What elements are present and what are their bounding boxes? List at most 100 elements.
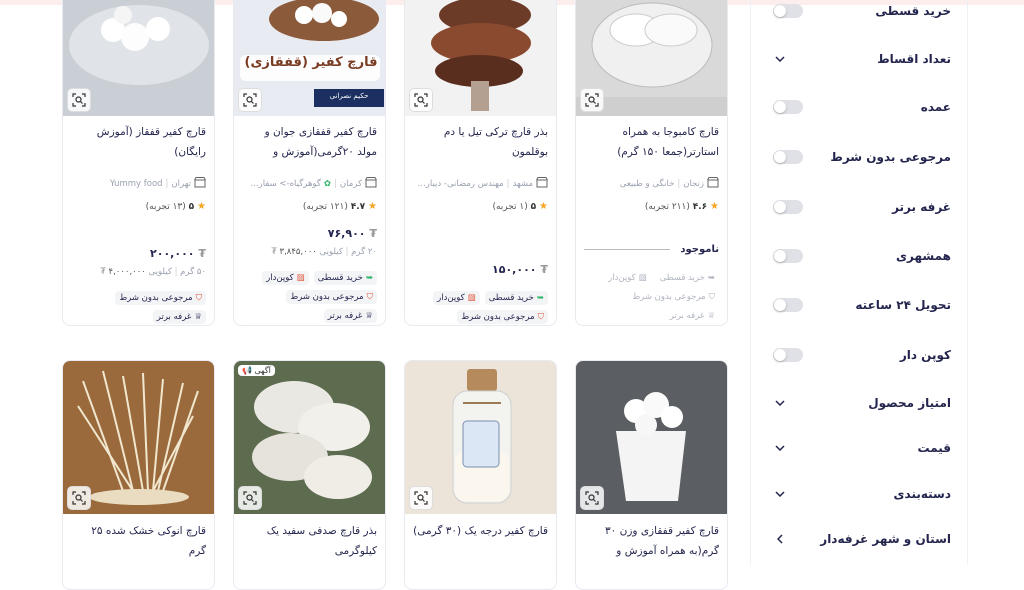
filter-installment-count[interactable]: تعداد اقساط: [751, 44, 969, 74]
shield-icon: ⛉: [537, 312, 544, 322]
top-booth-tag: ♕ غرفه برتر: [152, 310, 206, 324]
filter-coupon[interactable]: کوپن دار: [751, 340, 969, 370]
installment-icon: ➥: [536, 293, 544, 303]
filter-toggle[interactable]: [773, 100, 803, 114]
toman-icon: ₮: [540, 263, 548, 276]
product-title[interactable]: بذر قارچ ترکی تیل یا دم بوقلمون: [413, 122, 548, 164]
installment-icon: ➥: [707, 273, 715, 283]
image-search-icon[interactable]: [580, 486, 604, 510]
star-icon: ★: [368, 201, 377, 212]
chevron-down-icon[interactable]: [773, 487, 787, 501]
product-title[interactable]: قارچ کامبوجا به همراه استارتر(جمعا ۱۵۰ گ…: [584, 122, 719, 164]
product-card[interactable]: آگهی 📢 بذر قارچ صدفی سفید یک کیلوگرمی: [233, 360, 386, 590]
product-card[interactable]: قارچ کفیر (قفقازی) حکیم نصرانی قارچ کفیر…: [233, 0, 386, 326]
filter-label: کوپن دار: [899, 348, 951, 362]
filter-label: مرجوعی بدون شرط: [830, 150, 951, 164]
product-card[interactable]: قارچ کفیر قفقازی وزن ۳۰ گرم(به همراه آمو…: [575, 360, 728, 590]
filter-same-city[interactable]: همشهری: [751, 241, 969, 271]
product-image[interactable]: [576, 0, 727, 138]
shop-city: مشهد: [512, 179, 533, 189]
filter-top-booth[interactable]: غرفه برتر: [751, 192, 969, 222]
shop-name[interactable]: خانگی و طبیعی: [620, 179, 675, 189]
filter-toggle[interactable]: [773, 4, 803, 18]
coupon-icon: ▨: [296, 273, 305, 283]
filter-installment[interactable]: خرید قسطی: [751, 0, 969, 26]
image-search-icon[interactable]: [238, 486, 262, 510]
medal-icon: ♕: [194, 312, 202, 322]
filter-24h[interactable]: تحویل ۲۴ ساعته: [751, 290, 969, 320]
price: ₮ ۱۵۰,۰۰۰: [492, 263, 548, 276]
product-card[interactable]: قارچ کفیر درجه یک (۳۰ گرمی): [404, 360, 557, 590]
chevron-down-icon[interactable]: [773, 441, 787, 455]
product-card[interactable]: قارچ کفیر قفقاز (آموزش رایگان) تهران | Yu…: [62, 0, 215, 326]
installment-tag: ➥ خرید قسطی: [313, 271, 377, 285]
shop-name[interactable]: مهندس رمضانی- دیبار...: [418, 179, 504, 189]
installment-tag: ➥ خرید قسطی: [484, 291, 548, 305]
image-search-icon[interactable]: [580, 88, 604, 112]
shop-icon: [365, 177, 377, 191]
shop-info: مشهد | مهندس رمضانی- دیبار...: [413, 177, 548, 191]
filter-wholesale[interactable]: عمده: [751, 92, 969, 122]
product-title[interactable]: قارچ کفیر قفقازی جوان و مولد ۲۰گرمی(آموز…: [242, 122, 377, 164]
filter-label: دسته‌بندی: [893, 487, 951, 501]
tag-list: ➥ خرید قسطی ▨ کوپن‌دار ⛉ مرجوعی بدون شرط ♕ غ…: [580, 271, 719, 323]
filter-toggle[interactable]: [773, 249, 803, 263]
filter-label: غرفه برتر: [892, 200, 951, 214]
filter-toggle[interactable]: [773, 150, 803, 164]
product-image[interactable]: [63, 361, 214, 514]
coupon-tag: ▨ کوپن‌دار: [433, 291, 480, 305]
image-search-icon[interactable]: [238, 88, 262, 112]
medal-icon: ♕: [707, 311, 715, 321]
tag-list: ➥ خرید قسطی ▨ کوپن‌دار ⛉ مرجوعی بدون شرط ♕ غ…: [238, 271, 377, 323]
chevron-down-icon[interactable]: [773, 396, 787, 410]
toman-icon: ₮: [369, 227, 377, 240]
image-search-icon[interactable]: [409, 88, 433, 112]
product-title[interactable]: بذر قارچ صدفی سفید یک کیلوگرمی: [242, 521, 377, 563]
megaphone-icon: 📢: [242, 366, 252, 375]
tag-list: ⛉ مرجوعی بدون شرط ♕ غرفه برتر: [67, 291, 206, 324]
product-image[interactable]: [405, 0, 556, 138]
filter-rating[interactable]: امتیاز محصول: [751, 388, 969, 418]
product-card[interactable]: قارچ انوکی خشک شده ۲۵ گرم: [62, 360, 215, 590]
product-title[interactable]: قارچ انوکی خشک شده ۲۵ گرم: [71, 521, 206, 563]
image-search-icon[interactable]: [67, 486, 91, 510]
filter-toggle[interactable]: [773, 298, 803, 312]
image-search-icon[interactable]: [67, 88, 91, 112]
product-title[interactable]: قارچ کفیر قفقاز (آموزش رایگان): [71, 122, 206, 164]
shop-icon: [536, 177, 548, 191]
shield-icon: ⛉: [195, 293, 202, 303]
toman-icon: ₮: [198, 247, 206, 260]
filter-return[interactable]: مرجوعی بدون شرط: [751, 142, 969, 172]
filter-province[interactable]: استان و شهر غرفه‌دار: [751, 524, 969, 554]
coupon-tag: ▨ کوپن‌دار: [608, 273, 647, 283]
star-icon: ★: [197, 201, 206, 212]
rating: ★ ۵ (۱ تجربه): [492, 201, 548, 212]
product-image[interactable]: [405, 361, 556, 514]
shop-city: کرمان: [339, 179, 362, 189]
chevron-left-icon[interactable]: [773, 532, 787, 546]
product-card[interactable]: بذر قارچ ترکی تیل یا دم بوقلمون مشهد | مه…: [404, 0, 557, 326]
filter-toggle[interactable]: [773, 200, 803, 214]
filter-price[interactable]: قیمت: [751, 433, 969, 463]
product-title[interactable]: قارچ کفیر قفقازی وزن ۳۰ گرم(به همراه آمو…: [584, 521, 719, 563]
filter-category[interactable]: دسته‌بندی: [751, 479, 969, 509]
product-title[interactable]: قارچ کفیر درجه یک (۳۰ گرمی): [413, 521, 548, 563]
installment-icon: ➥: [365, 273, 373, 283]
product-image[interactable]: [576, 361, 727, 514]
image-search-icon[interactable]: [409, 486, 433, 510]
return-tag: ⛉ مرجوعی بدون شرط: [286, 290, 377, 304]
filter-toggle[interactable]: [773, 348, 803, 362]
shop-name[interactable]: گوهرگیاه-> سفار...: [250, 179, 320, 189]
image-caption: حکیم نصرانی: [329, 92, 369, 100]
image-text: قارچ کفیر (قفقازی): [244, 55, 378, 70]
coupon-icon: ▨: [467, 293, 476, 303]
product-image[interactable]: آگهی 📢: [234, 361, 385, 514]
product-card[interactable]: قارچ کامبوجا به همراه استارتر(جمعا ۱۵۰ گ…: [575, 0, 728, 326]
product-image[interactable]: [63, 0, 214, 138]
shield-icon: ⛉: [708, 292, 715, 302]
chevron-down-icon[interactable]: [773, 52, 787, 66]
shop-info: زنجان | خانگی و طبیعی: [584, 177, 719, 191]
product-image[interactable]: قارچ کفیر (قفقازی) حکیم نصرانی: [234, 0, 385, 138]
coupon-tag: ▨ کوپن‌دار: [262, 271, 309, 285]
shop-name[interactable]: Yummy food: [110, 179, 163, 189]
